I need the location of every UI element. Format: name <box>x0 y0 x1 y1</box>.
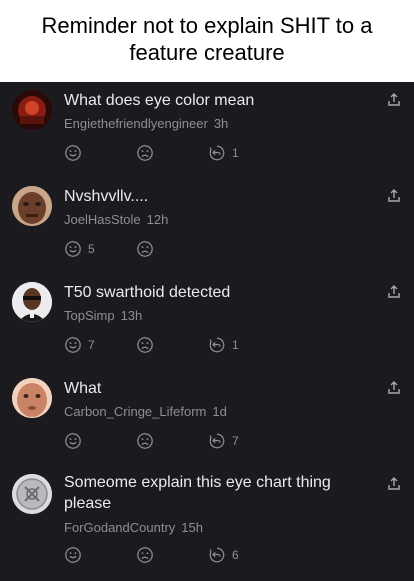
smile-button[interactable] <box>64 144 88 162</box>
comment-feed: What does eye color mean Engiethefriendl… <box>0 82 414 581</box>
frown-face-icon <box>137 337 153 353</box>
comment-text: T50 swarthoid detected <box>64 284 231 301</box>
share-icon[interactable] <box>386 284 402 300</box>
avatar[interactable] <box>12 282 52 322</box>
reply-icon <box>209 547 225 563</box>
comment-actions: 6 <box>64 546 264 566</box>
smile-button[interactable]: 5 <box>64 240 95 258</box>
comment-actions: 1 <box>64 144 264 164</box>
username[interactable]: Carbon_Cringe_Lifeform <box>64 404 206 419</box>
frown-face-icon <box>137 145 153 161</box>
timestamp: 1d <box>212 404 227 419</box>
reply-button[interactable]: 1 <box>208 336 239 354</box>
frown-face-icon <box>137 241 153 257</box>
reply-icon <box>209 433 225 449</box>
comment-text: Someome explain this eye chart thing ple… <box>64 474 331 512</box>
share-icon[interactable] <box>386 476 402 492</box>
share-icon[interactable] <box>386 380 402 396</box>
comment-actions: 5 <box>64 240 264 260</box>
avatar[interactable] <box>12 378 52 418</box>
meme-caption: Reminder not to explain SHIT to a featur… <box>0 0 414 82</box>
timestamp: 12h <box>146 212 169 227</box>
reply-count: 1 <box>232 338 239 352</box>
username[interactable]: ForGodandCountry <box>64 520 175 535</box>
username[interactable]: Engiethefriendlyengineer <box>64 116 208 131</box>
smile-face-icon <box>65 241 81 257</box>
comment-actions: 7 1 <box>64 336 264 356</box>
share-icon[interactable] <box>386 92 402 108</box>
smile-count: 5 <box>88 242 95 256</box>
frown-face-icon <box>137 433 153 449</box>
comment-text: Nvshvvllv.... <box>64 188 149 205</box>
avatar[interactable] <box>12 474 52 514</box>
smile-button[interactable] <box>64 546 88 564</box>
comment-meta: Carbon_Cringe_Lifeform 1d <box>64 404 227 420</box>
timestamp: 3h <box>213 116 229 131</box>
reply-count: 6 <box>232 548 239 562</box>
smile-face-icon <box>65 547 81 563</box>
smile-button[interactable]: 7 <box>64 336 95 354</box>
comment-text: What does eye color mean <box>64 92 255 109</box>
smile-count: 7 <box>88 338 95 352</box>
reply-button[interactable]: 7 <box>208 432 239 450</box>
timestamp: 13h <box>120 308 143 323</box>
reply-icon <box>209 145 225 161</box>
comment-meta: ForGodandCountry 15h <box>64 520 203 536</box>
reply-count: 7 <box>232 434 239 448</box>
frown-button[interactable] <box>136 240 154 258</box>
comment-meta: Engiethefriendlyengineer 3h <box>64 116 228 132</box>
frown-face-icon <box>137 547 153 563</box>
share-icon[interactable] <box>386 188 402 204</box>
smile-face-icon <box>65 145 81 161</box>
comment-meta: TopSimp 13h <box>64 308 142 324</box>
smile-face-icon <box>65 433 81 449</box>
frown-button[interactable] <box>136 546 154 564</box>
username[interactable]: JoelHasStole <box>64 212 141 227</box>
comment-meta: JoelHasStole 12h <box>64 212 168 228</box>
comment-actions: 7 <box>64 432 264 452</box>
comment-text: What <box>64 380 102 397</box>
reply-count: 1 <box>232 146 239 160</box>
avatar[interactable] <box>12 90 52 130</box>
username[interactable]: TopSimp <box>64 308 115 323</box>
frown-button[interactable] <box>136 432 154 450</box>
frown-button[interactable] <box>136 144 154 162</box>
reply-icon <box>209 337 225 353</box>
timestamp: 15h <box>181 520 203 535</box>
reply-button[interactable]: 6 <box>208 546 239 564</box>
smile-face-icon <box>65 337 81 353</box>
reply-button[interactable]: 1 <box>208 144 239 162</box>
frown-button[interactable] <box>136 336 154 354</box>
avatar[interactable] <box>12 186 52 226</box>
smile-button[interactable] <box>64 432 88 450</box>
